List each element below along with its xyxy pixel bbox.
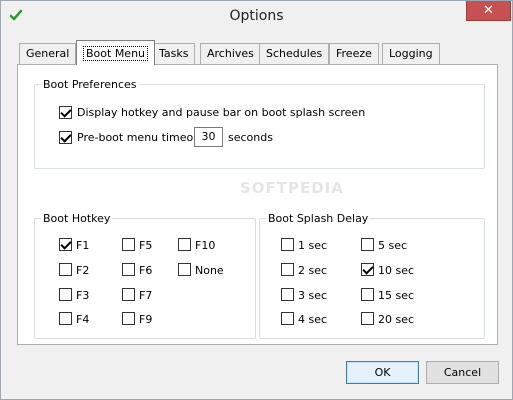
boot-hotkey-title: Boot Hotkey	[41, 212, 113, 225]
splash-15sec-checkbox[interactable]	[361, 288, 374, 301]
splash-2sec-checkbox[interactable]	[281, 263, 294, 276]
options-dialog: Options ✕ General Boot Menu Tasks Archiv…	[0, 0, 513, 400]
hotkey-f10-checkbox[interactable]	[178, 238, 191, 251]
splash-10sec-label[interactable]: 10 sec	[378, 264, 414, 277]
softpedia-watermark: SOFTPEDIA	[240, 179, 344, 197]
splash-5sec-label[interactable]: 5 sec	[378, 239, 407, 252]
tab-label: Schedules	[266, 47, 323, 60]
splash-3sec-checkbox[interactable]	[281, 288, 294, 301]
tab-label: Freeze	[336, 47, 372, 60]
tab-label: Archives	[207, 47, 254, 60]
hotkey-f3-checkbox[interactable]	[59, 288, 72, 301]
splash-1sec-label[interactable]: 1 sec	[298, 239, 327, 252]
splash-10sec-checkbox[interactable]	[361, 263, 374, 276]
tab-tasks[interactable]: Tasks	[152, 43, 196, 64]
display-hotkey-label[interactable]: Display hotkey and pause bar on boot spl…	[77, 106, 365, 119]
splash-20sec-label[interactable]: 20 sec	[378, 313, 414, 326]
boot-preferences-group	[34, 84, 485, 169]
splash-15sec-label[interactable]: 15 sec	[378, 289, 414, 302]
tab-general[interactable]: General	[19, 43, 77, 64]
timeout-label[interactable]: Pre-boot menu timeout:	[77, 131, 208, 144]
dialog-client-area: General Boot Menu Tasks Archives Schedul…	[8, 31, 505, 393]
tab-label: Logging	[389, 47, 433, 60]
timeout-checkbox[interactable]	[59, 131, 72, 144]
splash-20sec-checkbox[interactable]	[361, 312, 374, 325]
tab-label: Tasks	[159, 47, 189, 60]
splash-5sec-checkbox[interactable]	[361, 238, 374, 251]
hotkey-f1-checkbox[interactable]	[59, 238, 72, 251]
tab-boot-menu[interactable]: Boot Menu	[76, 40, 156, 65]
hotkey-f4-label[interactable]: F4	[76, 313, 89, 326]
hotkey-f7-label[interactable]: F7	[139, 289, 152, 302]
splash-3sec-label[interactable]: 3 sec	[298, 289, 327, 302]
close-icon: ✕	[483, 3, 494, 18]
tab-logging[interactable]: Logging	[382, 43, 440, 64]
hotkey-none-label[interactable]: None	[195, 264, 224, 277]
tab-archives[interactable]: Archives	[200, 43, 261, 64]
boot-menu-panel: Boot Preferences Display hotkey and paus…	[17, 64, 498, 345]
timeout-unit-label: seconds	[228, 131, 273, 144]
tab-label: General	[26, 47, 70, 60]
timeout-input[interactable]: 30	[194, 127, 223, 147]
title-bar[interactable]: Options ✕	[1, 1, 512, 31]
splash-2sec-label[interactable]: 2 sec	[298, 264, 327, 277]
hotkey-f6-label[interactable]: F6	[139, 264, 152, 277]
splash-1sec-checkbox[interactable]	[281, 238, 294, 251]
tab-label: Boot Menu	[83, 46, 149, 61]
boot-splash-delay-title: Boot Splash Delay	[266, 212, 371, 225]
hotkey-f10-label[interactable]: F10	[195, 239, 215, 252]
window-title: Options	[229, 8, 284, 24]
hotkey-none-checkbox[interactable]	[178, 263, 191, 276]
close-button[interactable]: ✕	[466, 1, 511, 21]
hotkey-f7-checkbox[interactable]	[122, 288, 135, 301]
tab-freeze[interactable]: Freeze	[329, 43, 379, 64]
cancel-button[interactable]: Cancel	[426, 361, 499, 384]
tab-schedules[interactable]: Schedules	[259, 43, 330, 64]
hotkey-f2-label[interactable]: F2	[76, 264, 89, 277]
hotkey-f5-label[interactable]: F5	[139, 239, 152, 252]
hotkey-f4-checkbox[interactable]	[59, 312, 72, 325]
ok-button[interactable]: OK	[346, 361, 419, 384]
splash-4sec-label[interactable]: 4 sec	[298, 313, 327, 326]
hotkey-f6-checkbox[interactable]	[122, 263, 135, 276]
hotkey-f9-label[interactable]: F9	[139, 313, 152, 326]
hotkey-f1-label[interactable]: F1	[76, 239, 89, 252]
hotkey-f5-checkbox[interactable]	[122, 238, 135, 251]
hotkey-f9-checkbox[interactable]	[122, 312, 135, 325]
hotkey-f3-label[interactable]: F3	[76, 289, 89, 302]
boot-preferences-title: Boot Preferences	[41, 78, 139, 91]
splash-4sec-checkbox[interactable]	[281, 312, 294, 325]
hotkey-f2-checkbox[interactable]	[59, 263, 72, 276]
display-hotkey-checkbox[interactable]	[59, 106, 72, 119]
